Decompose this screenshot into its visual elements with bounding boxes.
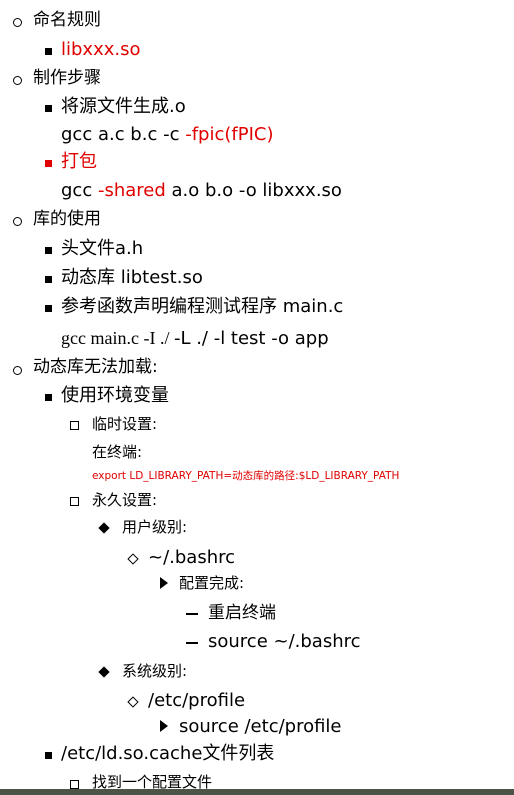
compile-command-flag: -fpic(fPIC) (185, 124, 274, 145)
permanent-setting: 永久设置: (92, 491, 158, 509)
hollow-diamond-bullet-icon (127, 553, 139, 565)
step-compile-objects: 将源文件生成.o (61, 96, 186, 117)
square-bullet-icon (45, 305, 52, 312)
heading-load-failure: 动态库无法加载: (33, 357, 158, 377)
config-done: 配置完成: (179, 574, 245, 592)
find-config-file: 找到一个配置文件 (92, 773, 213, 791)
source-profile: source /etc/profile (179, 716, 342, 737)
hollow-square-bullet-icon (70, 497, 79, 506)
compile-command: gcc a.c b.c -c -fpic(fPIC) (61, 126, 273, 144)
triangle-bullet-icon (160, 577, 168, 589)
hollow-square-bullet-icon (70, 780, 79, 789)
diamond-bullet-icon (98, 666, 110, 678)
square-bullet-icon (45, 752, 52, 759)
in-terminal: 在终端: (92, 443, 143, 461)
heading-naming-rules: 命名规则 (33, 10, 101, 30)
square-bullet-icon (45, 394, 52, 401)
square-bullet-icon (45, 276, 52, 283)
square-bullet-icon (45, 247, 52, 254)
package-command-base: gcc (61, 180, 98, 201)
heading-make-steps: 制作步骤 (33, 68, 101, 88)
test-program: 参考函数声明编程测试程序 main.c (61, 296, 344, 317)
link-command-flags: -L ./ -l test -o app (173, 328, 329, 349)
outline-bullet-icon (13, 76, 22, 85)
ld-so-cache-list: /etc/ld.so.cache文件列表 (61, 743, 275, 764)
step-package: 打包 (61, 151, 97, 172)
heading-library-usage: 库的使用 (33, 209, 101, 229)
square-bullet-red-icon (45, 160, 52, 167)
use-env-variable: 使用环境变量 (61, 385, 169, 406)
temporary-setting: 临时设置: (92, 415, 158, 433)
square-bullet-icon (45, 48, 52, 55)
lib-naming-pattern: libxxx.so (61, 39, 141, 60)
compile-command-base: gcc a.c b.c -c (61, 124, 186, 145)
hollow-diamond-bullet-icon (127, 696, 139, 708)
etc-profile-file: /etc/profile (148, 690, 246, 711)
outline-bullet-icon (13, 18, 22, 27)
dash-bullet-icon (186, 613, 198, 615)
package-command: gcc -shared a.o b.o -o libxxx.so (61, 182, 342, 200)
link-command-base: gcc main.c -I ./ (61, 328, 174, 348)
export-command: export LD_LIBRARY_PATH=动态库的路径:$LD_LIBRAR… (92, 470, 400, 482)
outline-bullet-icon (13, 217, 22, 226)
triangle-bullet-icon (160, 720, 168, 732)
link-command: gcc main.c -I ./ -L ./ -l test -o app (61, 329, 329, 348)
diamond-bullet-icon (98, 522, 110, 534)
header-file: 头文件a.h (61, 238, 144, 259)
dash-bullet-icon (186, 642, 198, 644)
bashrc-file: ~/.bashrc (148, 547, 236, 568)
bottom-bar (0, 789, 514, 795)
system-level: 系统级别: (122, 662, 188, 680)
square-bullet-icon (45, 105, 52, 112)
outline-bullet-icon (13, 366, 22, 375)
hollow-square-bullet-icon (70, 421, 79, 430)
restart-terminal: 重启终端 (208, 603, 276, 623)
dynamic-library: 动态库 libtest.so (61, 267, 203, 288)
package-command-rest: a.o b.o -o libxxx.so (165, 180, 342, 201)
source-bashrc: source ~/.bashrc (208, 631, 361, 652)
user-level: 用户级别: (122, 518, 188, 536)
package-command-flag: -shared (97, 180, 166, 201)
